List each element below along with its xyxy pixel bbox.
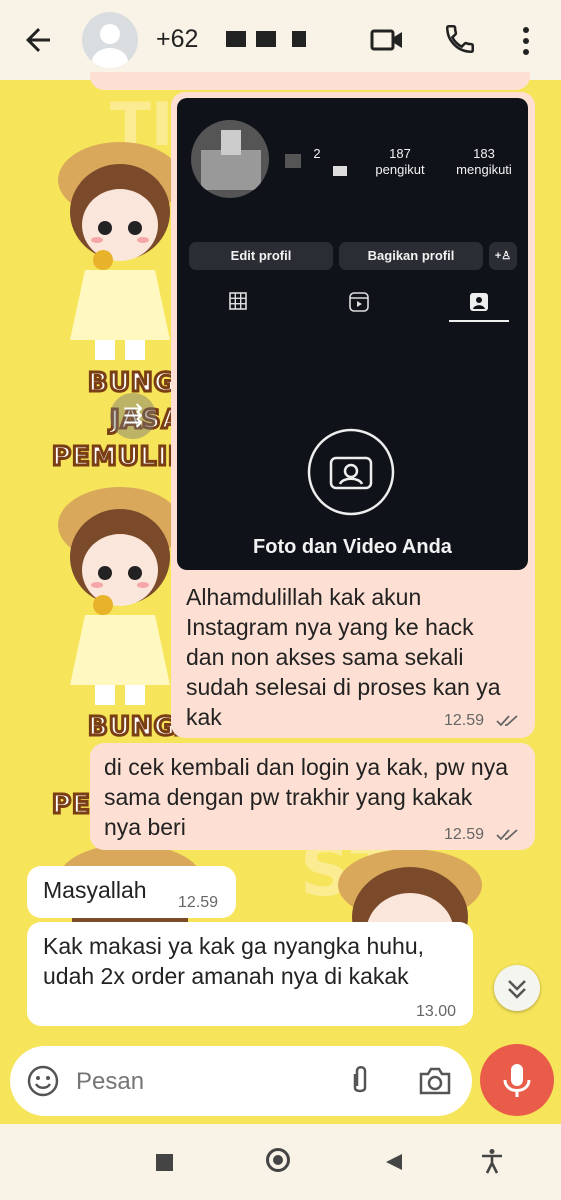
wallpaper-label: PEMULIH bbox=[51, 441, 192, 474]
camera-icon[interactable] bbox=[418, 1066, 452, 1096]
add-person-icon[interactable]: +♙ bbox=[489, 242, 517, 270]
active-tab-indicator bbox=[449, 320, 509, 322]
followers-label[interactable]: pengikut bbox=[367, 162, 433, 177]
message-text: Masyallah bbox=[43, 877, 147, 903]
share-profile-button[interactable]: Bagikan profil bbox=[339, 242, 483, 270]
following-label[interactable]: mengikuti bbox=[449, 162, 519, 177]
edit-profile-button[interactable]: Edit profil bbox=[189, 242, 333, 270]
phone-icon[interactable] bbox=[443, 22, 477, 56]
attach-icon[interactable] bbox=[346, 1064, 374, 1098]
previous-message-edge bbox=[90, 72, 530, 90]
message-input[interactable] bbox=[74, 1060, 328, 1104]
following-count[interactable]: 183 bbox=[449, 146, 519, 161]
empty-state-title: Foto dan Video Anda bbox=[253, 536, 452, 558]
redacted-number bbox=[292, 31, 306, 47]
mic-icon bbox=[503, 1064, 531, 1097]
message-text: Alhamdulillah kak akun Instagram nya yan… bbox=[186, 584, 501, 730]
contact-name[interactable]: +62 bbox=[156, 25, 198, 54]
avatar[interactable] bbox=[82, 12, 138, 68]
more-vert-icon[interactable] bbox=[516, 24, 536, 58]
camera-outline-icon bbox=[307, 428, 395, 516]
instagram-avatar bbox=[191, 120, 269, 198]
instagram-profile-screenshot[interactable]: 2 187 pengikut 183 mengikuti Edit profil… bbox=[177, 98, 528, 570]
message-time: 12.59 bbox=[444, 826, 485, 843]
read-receipt-icon bbox=[496, 829, 518, 841]
video-call-icon[interactable] bbox=[370, 24, 404, 56]
redacted-name bbox=[333, 166, 347, 176]
tagged-icon[interactable] bbox=[469, 292, 489, 312]
message-time: 12.59 bbox=[178, 894, 219, 911]
back-arrow-icon[interactable] bbox=[20, 22, 56, 58]
wallpaper-girl-illustration bbox=[58, 142, 182, 360]
redacted-number bbox=[256, 31, 276, 47]
scroll-down-icon bbox=[508, 980, 526, 999]
redacted-name bbox=[285, 154, 301, 168]
wallpaper-label: PE bbox=[51, 789, 92, 822]
square-nav-icon[interactable] bbox=[156, 1154, 173, 1171]
home-nav-icon[interactable] bbox=[266, 1148, 290, 1172]
followers-count[interactable]: 187 bbox=[367, 146, 433, 161]
redacted-number bbox=[226, 31, 246, 47]
posts-count: 2 bbox=[313, 146, 321, 161]
back-nav-icon[interactable] bbox=[384, 1152, 404, 1172]
grid-icon[interactable] bbox=[229, 292, 247, 310]
message-time: 13.00 bbox=[416, 1003, 457, 1020]
message-time: 12.59 bbox=[444, 712, 485, 729]
mic-button[interactable] bbox=[480, 1044, 554, 1116]
reels-icon[interactable] bbox=[349, 292, 369, 312]
message-text: Kak makasi ya kak ga nyangka huhu, udah … bbox=[43, 933, 425, 989]
forward-icon[interactable]: ⇶ bbox=[110, 393, 156, 439]
accessibility-icon[interactable] bbox=[480, 1148, 504, 1174]
read-receipt-icon bbox=[496, 715, 518, 727]
emoji-icon[interactable] bbox=[26, 1064, 60, 1098]
scroll-down-button[interactable] bbox=[494, 965, 540, 1011]
wallpaper-girl-illustration bbox=[58, 487, 182, 705]
